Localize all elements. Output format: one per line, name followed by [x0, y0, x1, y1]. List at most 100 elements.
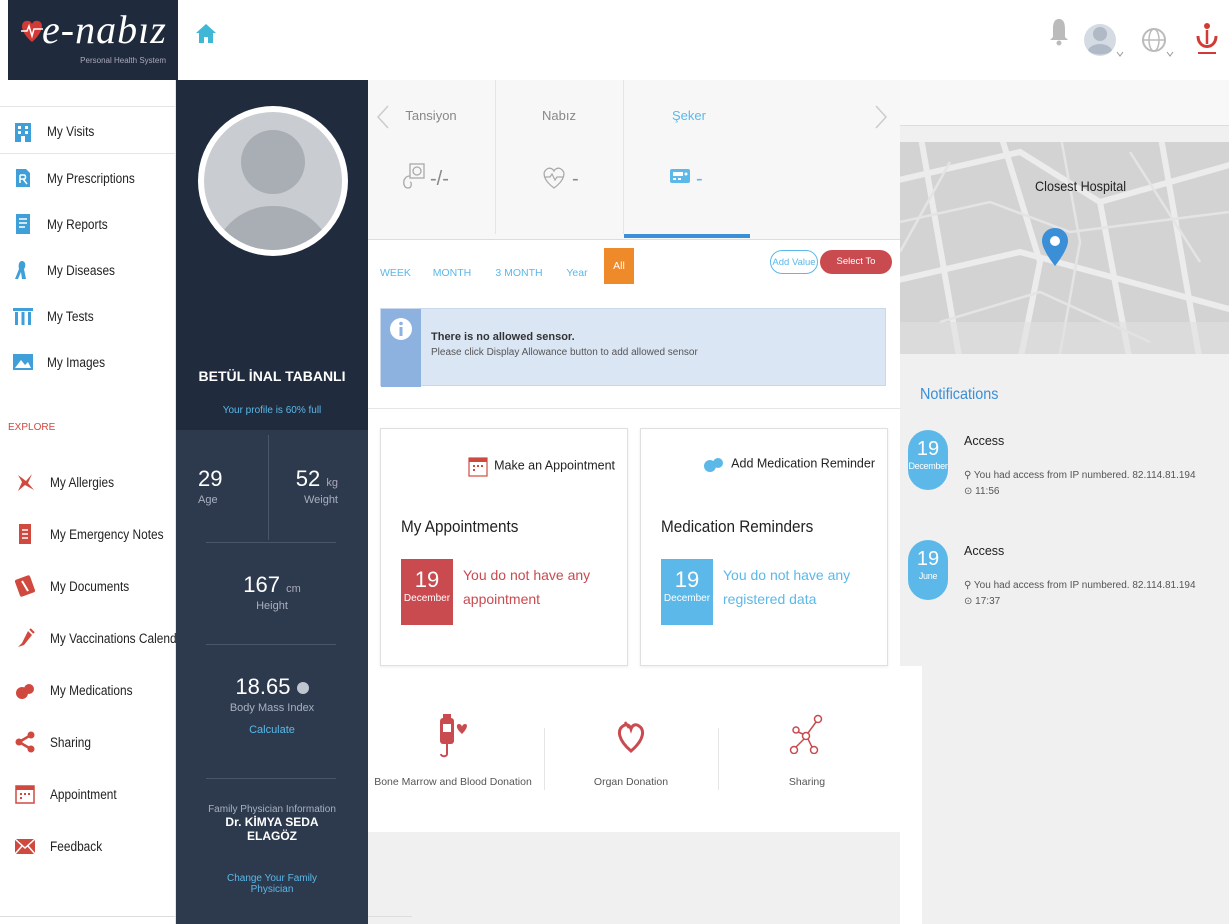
home-icon[interactable]: [194, 22, 218, 46]
sidebar-item-label: My Tests: [47, 308, 94, 324]
height-unit: cm: [286, 583, 301, 595]
bottom-action-label: Sharing: [788, 776, 826, 788]
explore-heading: EXPLORE: [8, 422, 56, 433]
period-3-month[interactable]: 3 MONTH: [492, 258, 546, 288]
image-icon: [13, 354, 33, 370]
tab-value: -: [572, 168, 579, 190]
no-sensor-alert: There is no allowed sensor. Please click…: [380, 308, 886, 387]
period-all[interactable]: All: [604, 248, 634, 284]
divider: [206, 778, 336, 779]
date-month: December: [403, 593, 451, 604]
sidebar-item-my-medications[interactable]: My Medications: [0, 668, 176, 712]
bell-icon[interactable]: [1048, 16, 1070, 46]
notification-time: ⊙ 11:56: [964, 486, 999, 497]
sidebar-item-my-reports[interactable]: My Reports: [0, 202, 176, 246]
notification-date-badge: 19 June: [908, 540, 948, 600]
profile-header: BETÜL İNAL TABANLI Your profile is 60% f…: [176, 80, 368, 430]
profile-name: BETÜL İNAL TABANLI: [198, 368, 346, 384]
vitals-tabs: Tansiyon -/- Nabız - Şeker -: [368, 80, 900, 240]
notification-time-value: 11:56: [975, 486, 1000, 497]
report-icon: [16, 214, 30, 234]
bottom-action-label: Organ Donation: [593, 776, 669, 788]
notification-head: Access: [964, 544, 1005, 558]
profile-avatar[interactable]: [198, 106, 348, 256]
notification-body: ⚲ You had access from IP numbered. 82.11…: [964, 580, 1196, 591]
sidebar-item-my-documents[interactable]: My Documents: [0, 564, 176, 608]
pills-icon: [704, 458, 724, 472]
notification-item[interactable]: 19 June Access ⚲ You had access from IP …: [900, 540, 1229, 630]
tab-label: Tansiyon: [405, 108, 457, 123]
avatar-placeholder: [204, 112, 342, 250]
calculate-link[interactable]: Calculate: [176, 724, 368, 736]
appointments-title: My Appointments: [401, 517, 519, 536]
sidebar-item-my-vaccinations-calendar[interactable]: My Vaccinations Calendar: [0, 616, 187, 660]
glucose-meter-icon: [670, 169, 690, 183]
age-stat: 29 Age: [198, 466, 248, 506]
period-month[interactable]: MONTH: [430, 258, 474, 288]
sidebar-item-label: My Reports: [47, 216, 108, 232]
notification-text: You had access from IP numbered. 82.114.…: [973, 580, 1196, 591]
alert-body: Please click Display Allowance button to…: [431, 347, 698, 358]
globe-language-icon[interactable]: [1140, 16, 1174, 64]
notification-text: You had access from IP numbered. 82.114.…: [973, 470, 1196, 481]
appointment-date-badge: 19 December: [401, 559, 453, 625]
sidebar-item-my-visits[interactable]: My Visits: [0, 110, 176, 154]
date-day: 19: [674, 567, 700, 592]
family-physician: Family Physician Information Dr. KİMYA S…: [176, 802, 368, 895]
sidebar-item-my-emergency-notes[interactable]: My Emergency Notes: [0, 512, 176, 556]
prescription-icon: [16, 169, 30, 187]
make-appointment-button[interactable]: Make an Appointment: [468, 455, 615, 477]
profile-completeness-link[interactable]: Your profile is 60% full: [176, 405, 368, 416]
date-day: 19: [414, 567, 440, 592]
notification-body: ⚲ You had access from IP numbered. 82.11…: [964, 470, 1196, 481]
period-year[interactable]: Year: [564, 258, 590, 288]
notifications-title: Notifications: [920, 386, 999, 403]
weight-unit: kg: [326, 477, 338, 489]
sidebar-item-label: My Diseases: [47, 262, 116, 278]
chevron-right-icon[interactable]: [874, 104, 888, 130]
medication-reminders-card: Add Medication Reminder Medication Remin…: [640, 428, 888, 666]
add-medication-reminder-button[interactable]: Add Medication Reminder: [703, 455, 875, 473]
notification-item[interactable]: 19 December Access ⚲ You had access from…: [900, 430, 1229, 520]
logo-text: e-nabız: [42, 7, 167, 52]
avatar-head: [241, 130, 305, 194]
right-panel: Closest Hospital Notifications 19 Decemb…: [900, 80, 1229, 924]
divider: [206, 644, 336, 645]
period-week[interactable]: WEEK: [380, 258, 411, 288]
notification-head: Access: [964, 434, 1005, 448]
stat-divider: [268, 435, 269, 540]
change-physician-link[interactable]: Change Your Family Physician: [217, 873, 327, 895]
ministry-logo-icon: [1196, 23, 1218, 54]
select-to-display-button[interactable]: Select To Display: [820, 250, 892, 291]
documents-icon: [14, 575, 36, 597]
sidebar-item-feedback[interactable]: Feedback: [0, 824, 176, 868]
building-icon: [15, 122, 31, 142]
appointments-empty-message: You do not have any appointment: [463, 567, 591, 607]
closest-hospital-map[interactable]: Closest Hospital: [900, 142, 1229, 354]
clock-icon: ⊙: [964, 596, 976, 607]
map-pin-icon[interactable]: [1040, 226, 1070, 270]
tab-seker[interactable]: Şeker -: [624, 80, 750, 240]
sidebar-item-my-allergies[interactable]: My Allergies: [0, 460, 176, 504]
sidebar-item-label: My Visits: [47, 124, 95, 139]
app-logo[interactable]: e-nabız Personal Health System: [8, 0, 178, 80]
sidebar-item-my-images[interactable]: My Images: [0, 340, 176, 384]
sidebar-item-my-tests[interactable]: My Tests: [0, 294, 176, 338]
vaccine-icon: [18, 628, 35, 647]
sidebar-item-label: My Images: [47, 354, 106, 370]
sidebar-item-my-prescriptions[interactable]: My Prescriptions: [0, 156, 176, 200]
add-value-button[interactable]: Add Value: [770, 250, 818, 274]
calendar-icon: [15, 785, 35, 804]
sidebar-item-my-diseases[interactable]: My Diseases: [0, 248, 176, 292]
sidebar-item-appointment[interactable]: Appointment: [0, 772, 176, 816]
user-avatar-icon: [1084, 24, 1124, 57]
user-menu[interactable]: [1084, 16, 1124, 64]
info-icon[interactable]: [296, 682, 309, 695]
sidebar-item-sharing[interactable]: Sharing: [0, 720, 176, 764]
tab-tansiyon[interactable]: Tansiyon -/-: [368, 80, 494, 240]
tab-nabiz[interactable]: Nabız -: [496, 80, 622, 240]
weight-stat: 52 kg Weight: [282, 466, 338, 506]
sidebar-item-label: Appointment: [50, 786, 117, 802]
age-value: 29: [198, 466, 223, 491]
add-medication-label: Add Medication Reminder: [731, 456, 875, 471]
